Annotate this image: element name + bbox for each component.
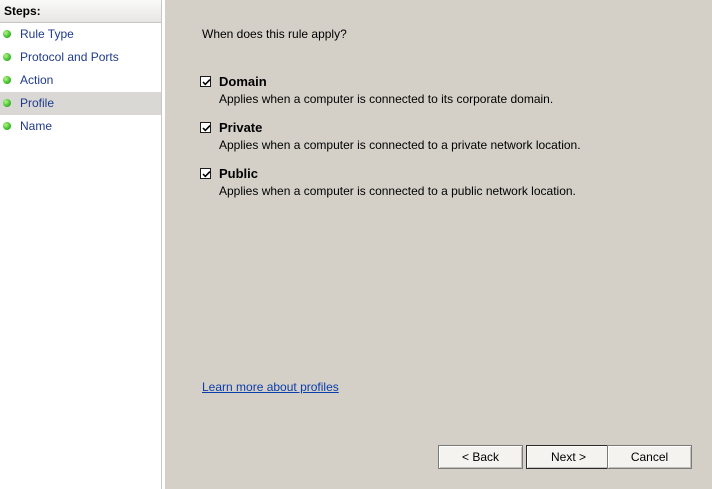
step-profile[interactable]: Profile: [0, 92, 161, 115]
steps-pane: Steps: Rule Type Protocol and Ports Acti…: [0, 0, 162, 489]
checkmark-icon: [202, 125, 211, 132]
domain-description: Applies when a computer is connected to …: [219, 92, 554, 106]
private-description: Applies when a computer is connected to …: [219, 138, 581, 152]
next-button[interactable]: Next >: [526, 445, 611, 469]
step-status-icon: [3, 53, 11, 61]
step-status-icon: [3, 30, 11, 38]
private-checkbox[interactable]: [200, 122, 211, 133]
question-text: When does this rule apply?: [202, 27, 347, 41]
checkmark-icon: [202, 171, 211, 178]
public-checkbox[interactable]: [200, 168, 211, 179]
checkmark-icon: [202, 79, 211, 86]
step-label: Protocol and Ports: [20, 50, 119, 64]
private-title[interactable]: Private: [219, 120, 262, 135]
cancel-button[interactable]: Cancel: [607, 445, 692, 469]
main-content: When does this rule apply? Domain Applie…: [165, 0, 712, 489]
step-status-icon: [3, 99, 11, 107]
steps-header: Steps:: [0, 0, 161, 23]
public-title[interactable]: Public: [219, 166, 258, 181]
step-status-icon: [3, 76, 11, 84]
learn-more-link[interactable]: Learn more about profiles: [202, 380, 339, 394]
step-label: Profile: [20, 96, 55, 110]
step-label: Rule Type: [20, 27, 74, 41]
back-button[interactable]: < Back: [438, 445, 523, 469]
domain-checkbox[interactable]: [200, 76, 211, 87]
domain-title[interactable]: Domain: [219, 74, 267, 89]
public-description: Applies when a computer is connected to …: [219, 184, 576, 198]
step-protocol-and-ports[interactable]: Protocol and Ports: [0, 46, 161, 69]
step-action[interactable]: Action: [0, 69, 161, 92]
step-label: Action: [20, 73, 54, 87]
step-rule-type[interactable]: Rule Type: [0, 23, 161, 46]
step-name[interactable]: Name: [0, 115, 161, 138]
step-status-icon: [3, 122, 11, 130]
step-label: Name: [20, 119, 53, 133]
